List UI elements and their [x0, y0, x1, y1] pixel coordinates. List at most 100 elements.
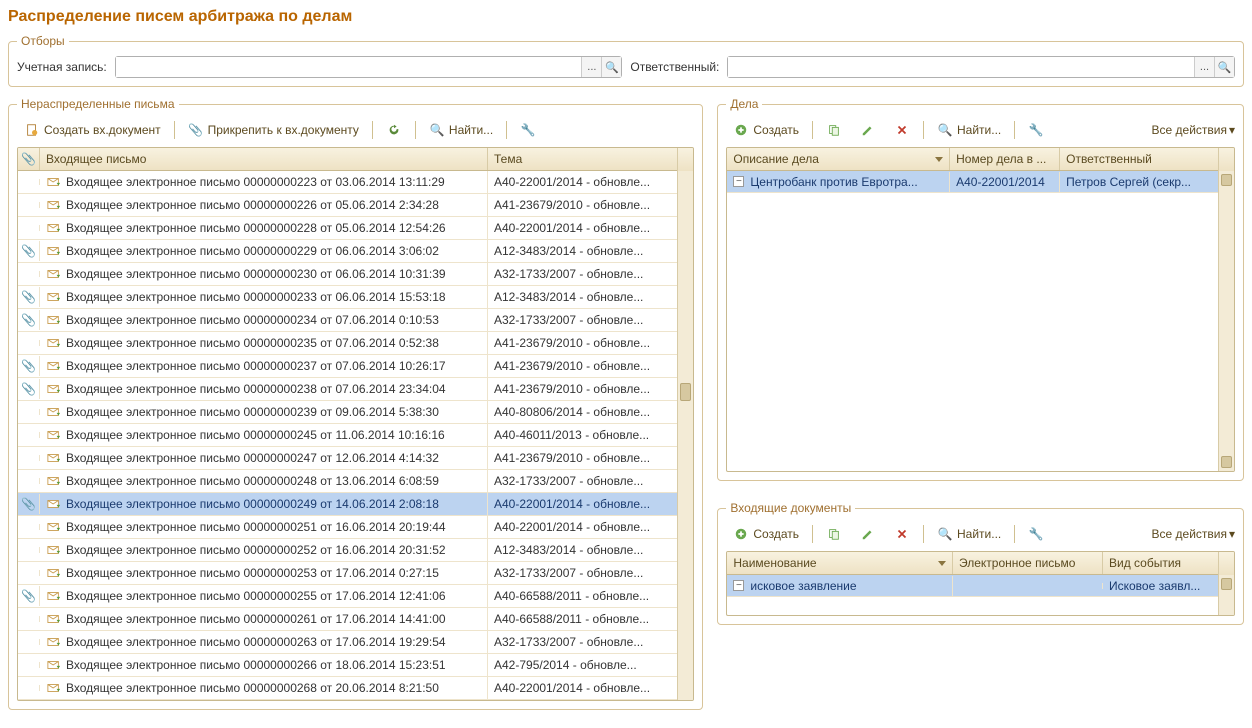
find-docs-button[interactable]: 🔍 Найти... [930, 523, 1008, 545]
table-row[interactable]: Входящее электронное письмо 00000000230 … [18, 263, 677, 286]
find-button[interactable]: 🔍 Найти... [422, 119, 500, 141]
table-row[interactable]: 📎Входящее электронное письмо 00000000249… [18, 493, 677, 516]
cell-subject: А40-66588/2011 - обновле... [488, 609, 677, 629]
col-name[interactable]: Наименование [727, 552, 953, 574]
account-input-wrap: ... 🔍 [115, 56, 623, 78]
delete-icon [894, 122, 910, 138]
table-row[interactable]: Входящее электронное письмо 00000000248 … [18, 470, 677, 493]
letters-toolbar: Создать вх.документ 📎 Прикрепить к вх.до… [17, 119, 694, 141]
cell-subject: А12-3483/2014 - обновле... [488, 540, 677, 560]
cell-letter: Входящее электронное письмо 00000000239 … [40, 401, 488, 423]
table-row[interactable]: Входящее электронное письмо 00000000251 … [18, 516, 677, 539]
table-row[interactable]: Входящее электронное письмо 00000000268 … [18, 677, 677, 700]
letter-text: Входящее электронное письмо 00000000248 … [66, 474, 439, 488]
mail-icon [46, 565, 62, 581]
responsible-input[interactable] [728, 57, 1194, 77]
col-attach[interactable]: 📎 [18, 148, 40, 170]
settings-docs-button[interactable]: 🔧 [1021, 523, 1051, 545]
cell-num: А40-22001/2014 [950, 172, 1060, 192]
table-row[interactable]: 📎 Входящее электронное письмо 00000000237… [18, 355, 677, 378]
table-row[interactable]: 📎Входящее электронное письмо 00000000238… [18, 378, 677, 401]
magnifier-icon: 🔍 [937, 526, 953, 542]
letter-text: Входящее электронное письмо 00000000249 … [66, 497, 439, 511]
copy-button[interactable] [819, 119, 849, 141]
table-row[interactable]: Входящее электронное письмо 00000000226 … [18, 194, 677, 217]
col-event[interactable]: Вид события [1103, 552, 1218, 574]
table-row[interactable]: 📎 Входящее электронное письмо 00000000255… [18, 585, 677, 608]
table-row[interactable]: −Центробанк против Евротра...А40-22001/2… [727, 171, 1218, 193]
account-input[interactable] [116, 57, 582, 77]
cell-letter: Входящее электронное письмо 00000000237 … [40, 355, 488, 377]
table-row[interactable]: Входящее электронное письмо 00000000228 … [18, 217, 677, 240]
cell-letter: Входящее электронное письмо 00000000251 … [40, 516, 488, 538]
table-row[interactable]: Входящее электронное письмо 00000000266 … [18, 654, 677, 677]
table-row[interactable]: Входящее электронное письмо 00000000247 … [18, 447, 677, 470]
cell-attach [18, 225, 40, 231]
scroll-corner [677, 148, 693, 171]
letters-body[interactable]: Входящее электронное письмо 00000000223 … [18, 171, 677, 700]
mail-icon [46, 358, 62, 374]
col-subject[interactable]: Тема [488, 148, 677, 170]
paperclip-icon: 📎 [21, 359, 36, 373]
account-select-button[interactable]: ... [581, 57, 601, 77]
edit-docs-button[interactable] [853, 523, 883, 545]
create-doc-button[interactable]: Создать вх.документ [17, 119, 168, 141]
cell-subject: А32-1733/2007 - обновле... [488, 563, 677, 583]
col-email[interactable]: Электронное письмо [953, 552, 1103, 574]
edit-button[interactable] [853, 119, 883, 141]
tree-collapse-icon[interactable]: − [733, 580, 744, 591]
cases-body[interactable]: −Центробанк против Евротра...А40-22001/2… [727, 171, 1218, 471]
table-row[interactable]: 📎Входящее электронное письмо 00000000229… [18, 240, 677, 263]
magnifier-icon: 🔍 [604, 59, 620, 75]
paperclip-icon: 📎 [21, 589, 36, 603]
mail-icon [46, 450, 62, 466]
col-desc[interactable]: Описание дела [727, 148, 950, 170]
letter-text: Входящее электронное письмо 00000000255 … [66, 589, 446, 603]
create-case-button[interactable]: Создать [726, 119, 806, 141]
cell-subject: А42-795/2014 - обновле... [488, 655, 677, 675]
delete-button[interactable] [887, 119, 917, 141]
table-row[interactable]: 📎Входящее электронное письмо 00000000233… [18, 286, 677, 309]
table-row[interactable]: Входящее электронное письмо 00000000239 … [18, 401, 677, 424]
col-resp[interactable]: Ответственный [1060, 148, 1218, 170]
settings-cases-button[interactable]: 🔧 [1021, 119, 1051, 141]
account-search-button[interactable]: 🔍 [601, 57, 621, 77]
table-row[interactable]: Входящее электронное письмо 00000000253 … [18, 562, 677, 585]
responsible-search-button[interactable]: 🔍 [1214, 57, 1234, 77]
cell-subject: А41-23679/2010 - обновле... [488, 195, 677, 215]
tree-collapse-icon[interactable]: − [733, 176, 744, 187]
vertical-scrollbar[interactable] [677, 171, 693, 700]
delete-docs-button[interactable] [887, 523, 917, 545]
refresh-button[interactable] [379, 119, 409, 141]
find-cases-button[interactable]: 🔍 Найти... [930, 119, 1008, 141]
cell-subject: А40-46011/2013 - обновле... [488, 425, 677, 445]
table-row[interactable]: 📎Входящее электронное письмо 00000000234… [18, 309, 677, 332]
settings-button[interactable]: 🔧 [513, 119, 543, 141]
col-letter[interactable]: Входящее письмо [40, 148, 488, 170]
all-actions-cases[interactable]: Все действия ▾ [1152, 123, 1236, 137]
magnifier-icon: 🔍 [429, 122, 445, 138]
cell-subject: А32-1733/2007 - обновле... [488, 310, 677, 330]
table-row[interactable]: Входящее электронное письмо 00000000261 … [18, 608, 677, 631]
col-num[interactable]: Номер дела в ... [950, 148, 1060, 170]
vertical-scrollbar[interactable] [1218, 171, 1234, 471]
create-docs-button[interactable]: Создать [726, 523, 806, 545]
table-row[interactable]: Входящее электронное письмо 00000000263 … [18, 631, 677, 654]
table-row[interactable]: Входящее электронное письмо 00000000223 … [18, 171, 677, 194]
attach-doc-button[interactable]: 📎 Прикрепить к вх.документу [181, 119, 366, 141]
letter-text: Входящее электронное письмо 00000000238 … [66, 382, 446, 396]
vertical-scrollbar[interactable] [1218, 575, 1234, 615]
cell-attach: 📎 [18, 241, 40, 261]
copy-docs-button[interactable] [819, 523, 849, 545]
table-row[interactable]: Входящее электронное письмо 00000000252 … [18, 539, 677, 562]
responsible-select-button[interactable]: ... [1194, 57, 1214, 77]
letter-text: Входящее электронное письмо 00000000235 … [66, 336, 439, 350]
docs-toolbar: Создать 🔍 Найти... 🔧 Все действия ▾ [726, 523, 1235, 545]
mail-icon [46, 496, 62, 512]
table-row[interactable]: Входящее электронное письмо 00000000245 … [18, 424, 677, 447]
table-row[interactable]: −исковое заявлениеИсковое заявл... [727, 575, 1218, 597]
all-actions-docs[interactable]: Все действия ▾ [1152, 527, 1236, 541]
table-row[interactable]: Входящее электронное письмо 00000000235 … [18, 332, 677, 355]
letter-text: Входящее электронное письмо 00000000268 … [66, 681, 439, 695]
docs-body[interactable]: −исковое заявлениеИсковое заявл... [727, 575, 1218, 615]
